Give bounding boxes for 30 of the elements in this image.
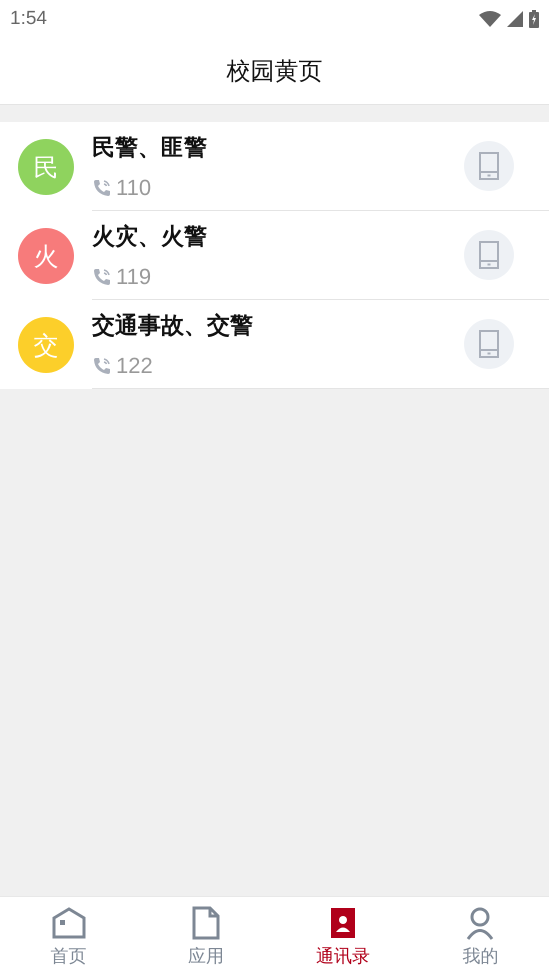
phone-number: 119: [116, 264, 152, 290]
tab-bar-item[interactable]: 我的: [412, 897, 549, 977]
contact-name: 民警、匪警: [92, 134, 208, 162]
document-icon: [190, 906, 221, 940]
tab-bar-item[interactable]: 通讯录: [274, 897, 412, 977]
mobile-phone-icon: [478, 329, 500, 359]
mobile-phone-icon: [478, 151, 500, 181]
call-button[interactable]: [464, 141, 514, 191]
mobile-phone-icon: [478, 240, 500, 270]
phone-number: 110: [116, 174, 152, 200]
phone-icon: [92, 178, 112, 198]
call-button[interactable]: [464, 319, 514, 369]
house-icon: [50, 906, 87, 940]
avatar: 民: [18, 139, 74, 195]
wifi-icon: [479, 11, 501, 27]
avatar: 交: [18, 317, 74, 373]
page-title: 校园黄页: [226, 56, 322, 87]
tab-bar-item[interactable]: 首页: [0, 897, 138, 977]
battery-icon: [529, 10, 539, 28]
avatar: 火: [18, 228, 74, 284]
phone-icon: [92, 356, 112, 376]
contact-name: 交通事故、交警: [92, 312, 254, 340]
person-icon: [465, 906, 496, 940]
signal-icon: [507, 11, 523, 27]
contact-name: 火灾、火警: [92, 222, 208, 252]
status-time: 1:54: [10, 8, 47, 30]
phone-number: 122: [116, 352, 153, 378]
phone-icon: [92, 266, 112, 286]
tab-bar-item[interactable]: 应用: [137, 897, 274, 977]
call-button[interactable]: [464, 230, 514, 280]
